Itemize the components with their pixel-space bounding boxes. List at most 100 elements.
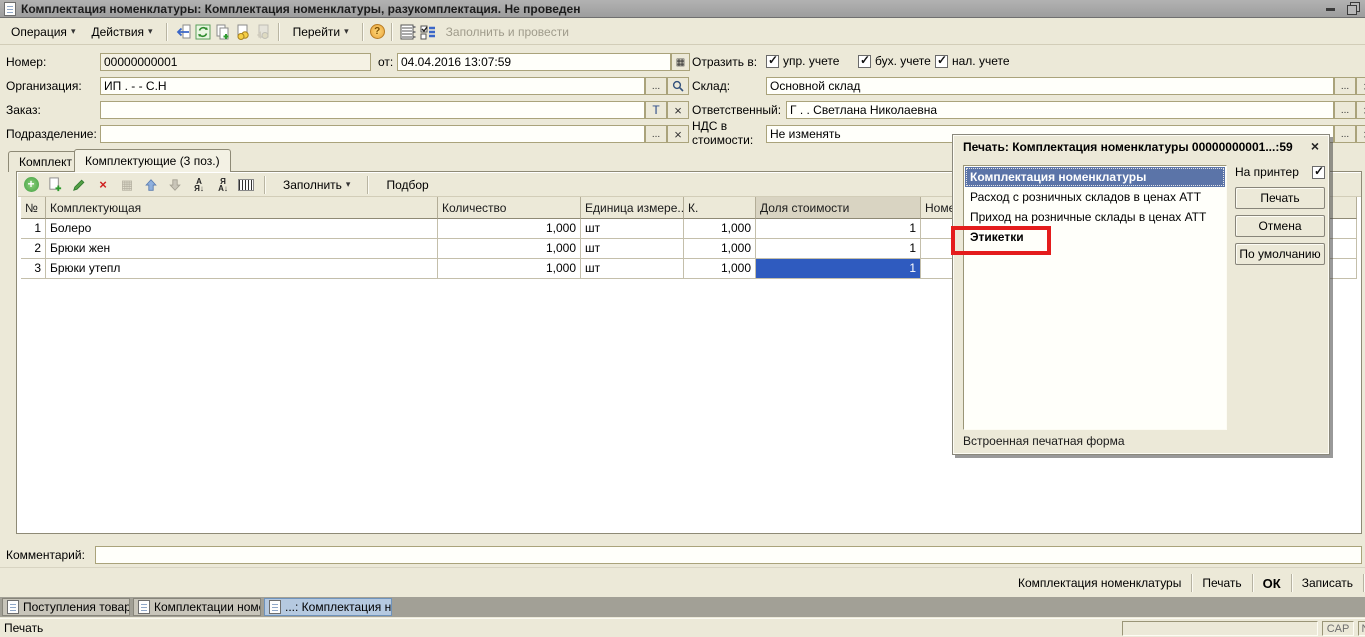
minimize-icon[interactable] [1325,2,1337,14]
ok-button[interactable]: ОК [1253,576,1291,591]
order-clear-icon[interactable]: × [667,101,689,119]
to-printer-checkbox[interactable] [1312,166,1325,179]
help-icon[interactable]: ? [370,24,385,39]
cell-share[interactable]: 1 [756,239,921,259]
post-document-icon[interactable] [234,23,252,41]
cell-num[interactable]: 1 [21,219,46,239]
move-up-icon[interactable] [142,176,160,194]
cell-share-selected[interactable]: 1 [756,259,921,279]
print-form-button[interactable]: Комплектация номенклатуры [1008,576,1191,590]
vat-clear-icon[interactable]: × [1356,125,1365,143]
save-button[interactable]: Записать [1292,576,1363,590]
comment-field[interactable] [95,546,1362,564]
cell-component[interactable]: Болеро [46,219,438,239]
sort-asc-icon[interactable]: АЯ↓ [190,176,208,194]
reflect-checkbox-mgmt[interactable]: упр. учете [766,54,839,68]
col-header-share[interactable]: Доля стоимости [756,197,921,219]
book-accounting-label: бух. учете [875,54,931,68]
calendar-icon[interactable]: ▦ [671,53,690,71]
print-dialog: Печать: Комплектация номенклатуры 000000… [952,134,1330,455]
cell-num[interactable]: 2 [21,239,46,259]
status-bar: Печать CAP NUM [0,618,1365,637]
print-button[interactable]: Печать [1192,576,1251,590]
actions-menu-button[interactable]: Действия [84,21,159,42]
print-dialog-title: Печать: Комплектация номенклатуры 000000… [963,140,1293,154]
fill-menu-button[interactable]: Заполнить [276,174,357,195]
cell-k[interactable]: 1,000 [684,239,756,259]
print-form-item-selected[interactable]: Комплектация номенклатуры [965,167,1225,187]
barcode-icon[interactable] [238,179,254,191]
goto-menu-button[interactable]: Перейти [286,21,356,42]
book-accounting-checkbox[interactable] [858,55,871,68]
warehouse-select-button[interactable]: ... [1334,77,1356,95]
col-header-component[interactable]: Комплектующая [46,197,438,219]
taskbar-tab-receipts[interactable]: Поступления товаров и услуг [2,598,130,616]
copy-document-icon[interactable] [214,23,232,41]
add-row-icon[interactable]: + [22,176,40,194]
warehouse-clear-icon[interactable]: × [1356,77,1365,95]
cell-share[interactable]: 1 [756,219,921,239]
cell-unit[interactable]: шт [581,259,684,279]
restore-icon[interactable] [1347,2,1359,14]
cell-qty[interactable]: 1,000 [438,239,581,259]
division-select-button[interactable]: ... [645,125,667,143]
organization-field[interactable]: ИП . - - С.Н [100,77,645,95]
cell-component[interactable]: Брюки жен [46,239,438,259]
number-field[interactable]: 00000000001 [100,53,371,71]
print-form-item[interactable]: Расход с розничных складов в ценах АТТ [965,187,1225,207]
tab-komplektuyushchie[interactable]: Комплектующие (3 поз.) [74,149,231,172]
order-type-button[interactable]: T [645,101,667,119]
vat-select-button[interactable]: ... [1334,125,1356,143]
responsible-clear-icon[interactable]: × [1356,101,1365,119]
copy-row-icon[interactable] [46,176,64,194]
post-and-close-icon[interactable] [174,23,192,41]
col-header-qty[interactable]: Количество [438,197,581,219]
structure-icon[interactable] [399,23,417,41]
reflect-checkbox-tax[interactable]: нал. учете [935,54,1010,68]
date-field[interactable]: 04.04.2016 13:07:59 [397,53,671,71]
sort-desc-icon[interactable]: ЯА↓ [214,176,232,194]
fill-settings-icon[interactable] [419,23,437,41]
cell-num[interactable]: 3 [21,259,46,279]
toolbar-separator [264,176,266,194]
warehouse-field[interactable]: Основной склад [766,77,1334,95]
sort-asc-bottom: Я↓ [194,184,204,193]
tax-accounting-checkbox[interactable] [935,55,948,68]
operation-menu-button[interactable]: Операция [4,21,82,42]
refresh-icon[interactable] [194,23,212,41]
reflect-checkbox-book[interactable]: бух. учете [858,54,931,68]
cell-unit[interactable]: шт [581,219,684,239]
fill-and-post-label: Заполнить и провести [446,25,569,39]
magnifier-icon[interactable] [667,77,689,95]
print-form-item[interactable]: Приход на розничные склады в ценах АТТ [965,207,1225,227]
cell-k[interactable]: 1,000 [684,219,756,239]
dialog-default-button[interactable]: По умолчанию [1235,243,1325,265]
col-header-num[interactable]: № [21,197,46,219]
col-header-unit[interactable]: Единица измере... [581,197,684,219]
cell-k[interactable]: 1,000 [684,259,756,279]
col-header-k[interactable]: К. [684,197,756,219]
cell-unit[interactable]: шт [581,239,684,259]
division-clear-icon[interactable]: × [667,125,689,143]
document-icon [138,600,150,614]
delete-row-icon[interactable]: × [94,176,112,194]
mgmt-accounting-checkbox[interactable] [766,55,779,68]
cell-qty[interactable]: 1,000 [438,259,581,279]
to-printer-option[interactable]: На принтер [1235,165,1325,179]
select-button[interactable]: Подбор [379,174,435,195]
division-field[interactable] [100,125,645,143]
print-forms-list: Комплектация номенклатуры Расход с розни… [963,165,1227,430]
responsible-select-button[interactable]: ... [1334,101,1356,119]
close-icon[interactable]: × [1311,138,1319,154]
tab-komplekt[interactable]: Комплект [8,151,83,172]
cell-component[interactable]: Брюки утепл [46,259,438,279]
dialog-cancel-button[interactable]: Отмена [1235,215,1325,237]
order-field[interactable] [100,101,645,119]
responsible-field[interactable]: Г . . Светлана Николаевна [786,101,1334,119]
edit-row-icon[interactable] [70,176,88,194]
dialog-print-button[interactable]: Печать [1235,187,1325,209]
organization-select-button[interactable]: ... [645,77,667,95]
taskbar-tab-assemblies-list[interactable]: Комплектации номенклату... [133,598,261,616]
cell-qty[interactable]: 1,000 [438,219,581,239]
taskbar-tab-assembly-doc[interactable]: ...: Комплектация номенкл... [264,598,392,616]
